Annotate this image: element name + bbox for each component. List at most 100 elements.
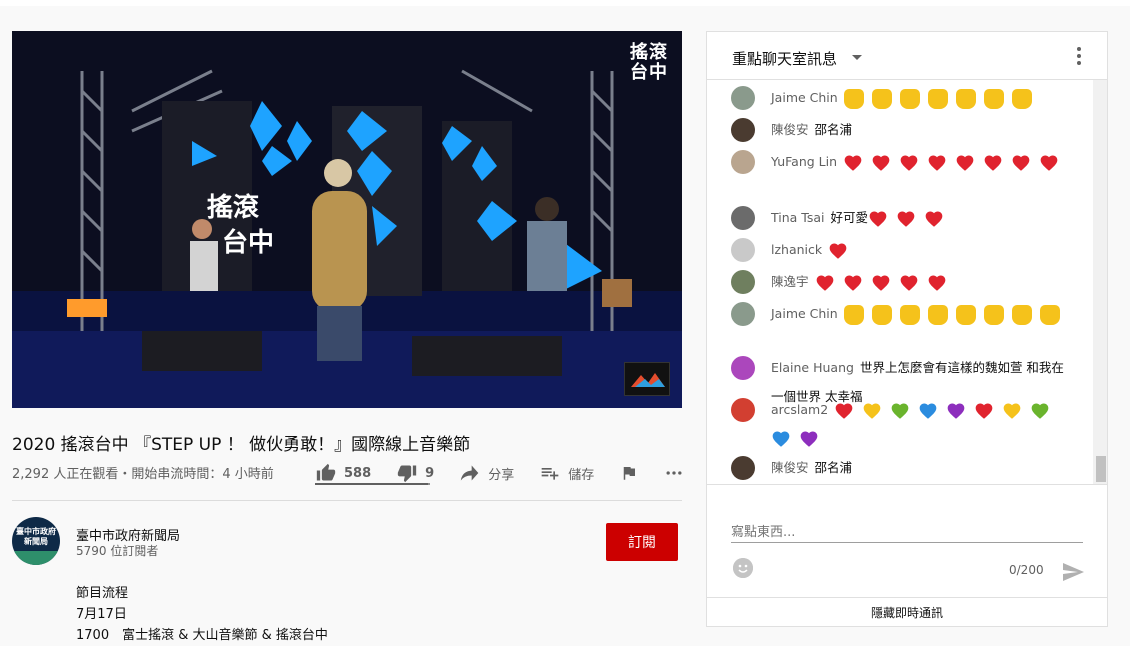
chat-message-body: Jaime Chin xyxy=(771,84,1040,113)
chat-author-name[interactable]: 陳俊安 xyxy=(771,122,809,137)
chat-author-name[interactable]: YuFang Lin xyxy=(771,154,837,169)
heart-emoji-icon xyxy=(772,431,790,447)
chat-message[interactable]: lzhanick xyxy=(731,236,1071,265)
author-avatar[interactable] xyxy=(731,150,755,174)
dislike-count: 9 xyxy=(425,465,435,481)
chat-author-name[interactable]: Jaime Chin xyxy=(771,90,838,105)
raised-hands-emoji-icon xyxy=(871,88,892,109)
heart-emoji-icon xyxy=(900,275,917,291)
playlist-add-icon xyxy=(541,468,559,480)
author-avatar[interactable] xyxy=(731,270,755,294)
chat-author-name[interactable]: Elaine Huang xyxy=(771,360,854,375)
chat-message[interactable]: Tina Tsai 好可愛 xyxy=(731,204,1071,233)
save-button[interactable]: 儲存 xyxy=(540,463,594,483)
dislike-button[interactable]: 9 xyxy=(397,463,434,483)
video-watermark: 搖滾 台中 xyxy=(630,42,668,83)
chat-message-body: 陳俊安 邵名浦 xyxy=(771,116,852,145)
chat-message-body: arcslam2 xyxy=(771,396,1071,453)
chat-message[interactable]: 陳逸宇 xyxy=(731,268,1071,297)
rock-on-emoji-icon xyxy=(955,304,976,325)
author-avatar[interactable] xyxy=(731,356,755,380)
rock-on-emoji-icon xyxy=(983,304,1004,325)
video-player[interactable]: 搖滾 台中 搖滾 台中 xyxy=(12,31,682,408)
subscriber-count: 5790 位訂閱者 xyxy=(76,544,159,558)
channel-avatar-text: 臺中市政府 新聞局 xyxy=(16,527,56,546)
raised-hands-emoji-icon xyxy=(955,88,976,109)
view-count: 2,292 人正在觀看・開始串流時間：4 小時前 xyxy=(12,467,274,482)
chat-message-body: YuFang Lin xyxy=(771,148,1067,177)
chat-message-body: 陳俊安 邵名浦 xyxy=(771,454,852,483)
chat-header: 重點聊天室訊息 xyxy=(707,32,1107,80)
chat-author-name[interactable]: arcslam2 xyxy=(771,402,828,417)
broadcaster-logo xyxy=(624,362,670,396)
video-title: 2020 搖滾台中 『STEP UP ！ 做伙勇敢！』國際線上音樂節 xyxy=(12,435,471,455)
heart-emoji-icon xyxy=(1003,403,1021,419)
emoji-icon[interactable] xyxy=(733,558,753,578)
chat-message[interactable]: YuFang Lin xyxy=(731,148,1071,177)
raised-hands-emoji-icon xyxy=(899,88,920,109)
channel-avatar[interactable]: 臺中市政府 新聞局 xyxy=(12,517,60,565)
author-avatar[interactable] xyxy=(731,238,755,262)
flag-icon xyxy=(623,467,636,480)
heart-emoji-icon xyxy=(872,275,889,291)
send-icon[interactable] xyxy=(1061,560,1085,584)
dropdown-caret-icon[interactable] xyxy=(852,55,862,60)
save-label: 儲存 xyxy=(568,467,595,483)
chat-message-body: Tina Tsai 好可愛 xyxy=(771,204,952,233)
like-count: 588 xyxy=(344,465,372,481)
heart-emoji-icon xyxy=(872,155,890,171)
chat-scrollbar[interactable] xyxy=(1093,80,1107,516)
chat-author-name[interactable]: 陳逸宇 xyxy=(771,274,809,289)
chat-message-text: 邵名浦 xyxy=(814,460,853,475)
hide-chat-button[interactable]: 隱藏即時通訊 xyxy=(707,597,1107,627)
chat-message[interactable]: 陳俊安 邵名浦 xyxy=(731,454,1071,483)
chat-author-name[interactable]: lzhanick xyxy=(771,242,822,257)
author-avatar[interactable] xyxy=(731,206,755,230)
heart-emoji-icon xyxy=(829,243,847,259)
chat-author-name[interactable]: Jaime Chin xyxy=(771,306,838,321)
chat-message[interactable]: Jaime Chin xyxy=(731,300,1071,329)
chat-message[interactable]: arcslam2 xyxy=(731,396,1071,453)
author-avatar[interactable] xyxy=(731,398,755,422)
heart-emoji-icon xyxy=(900,155,918,171)
video-frame: 搖滾 台中 xyxy=(12,31,682,408)
heart-emoji-icon xyxy=(975,403,993,419)
share-button[interactable]: 分享 xyxy=(460,463,514,483)
rock-on-emoji-icon xyxy=(1039,304,1060,325)
subscribe-button[interactable]: 訂閱 xyxy=(606,523,678,561)
author-avatar[interactable] xyxy=(731,86,755,110)
author-avatar[interactable] xyxy=(731,302,755,326)
chat-message[interactable]: 陳俊安 邵名浦 xyxy=(731,116,1071,145)
thumbs-down-icon xyxy=(397,465,417,483)
chat-message[interactable]: Jaime Chin xyxy=(731,84,1071,113)
chat-input[interactable] xyxy=(731,523,1083,543)
raised-hands-emoji-icon xyxy=(927,88,948,109)
chat-message-body: Jaime Chin xyxy=(771,300,1068,329)
heart-emoji-icon xyxy=(928,275,945,291)
heart-emoji-icon xyxy=(956,155,974,171)
heart-emoji-icon xyxy=(919,403,937,419)
report-button[interactable] xyxy=(620,464,638,482)
more-vertical-icon[interactable] xyxy=(1077,47,1081,65)
heart-emoji-icon xyxy=(869,211,887,227)
like-button[interactable]: 588 xyxy=(316,463,371,483)
author-avatar[interactable] xyxy=(731,118,755,142)
chat-mode-selector[interactable]: 重點聊天室訊息 xyxy=(732,48,837,69)
rock-on-emoji-icon xyxy=(1011,304,1032,325)
heart-emoji-icon xyxy=(863,403,881,419)
more-actions-button[interactable] xyxy=(664,463,684,483)
heart-emoji-icon xyxy=(928,155,946,171)
share-icon xyxy=(461,465,479,481)
rock-on-emoji-icon xyxy=(899,304,920,325)
author-avatar[interactable] xyxy=(731,456,755,480)
rock-on-emoji-icon xyxy=(927,304,948,325)
chat-scrollbar-thumb[interactable] xyxy=(1096,456,1106,482)
chat-author-name[interactable]: Tina Tsai xyxy=(771,210,825,225)
heart-emoji-icon xyxy=(844,275,861,291)
heart-emoji-icon xyxy=(891,403,909,419)
heart-emoji-icon xyxy=(816,275,833,291)
heart-emoji-icon xyxy=(1012,155,1030,171)
chat-author-name[interactable]: 陳俊安 xyxy=(771,460,809,475)
chat-message-list[interactable]: Jaime Chin 陳俊安 邵名浦 YuFang Lin Tina Tsai 好可愛 lz… xyxy=(707,80,1091,516)
chat-input-area: 0/200 隱藏即時通訊 xyxy=(707,484,1107,626)
